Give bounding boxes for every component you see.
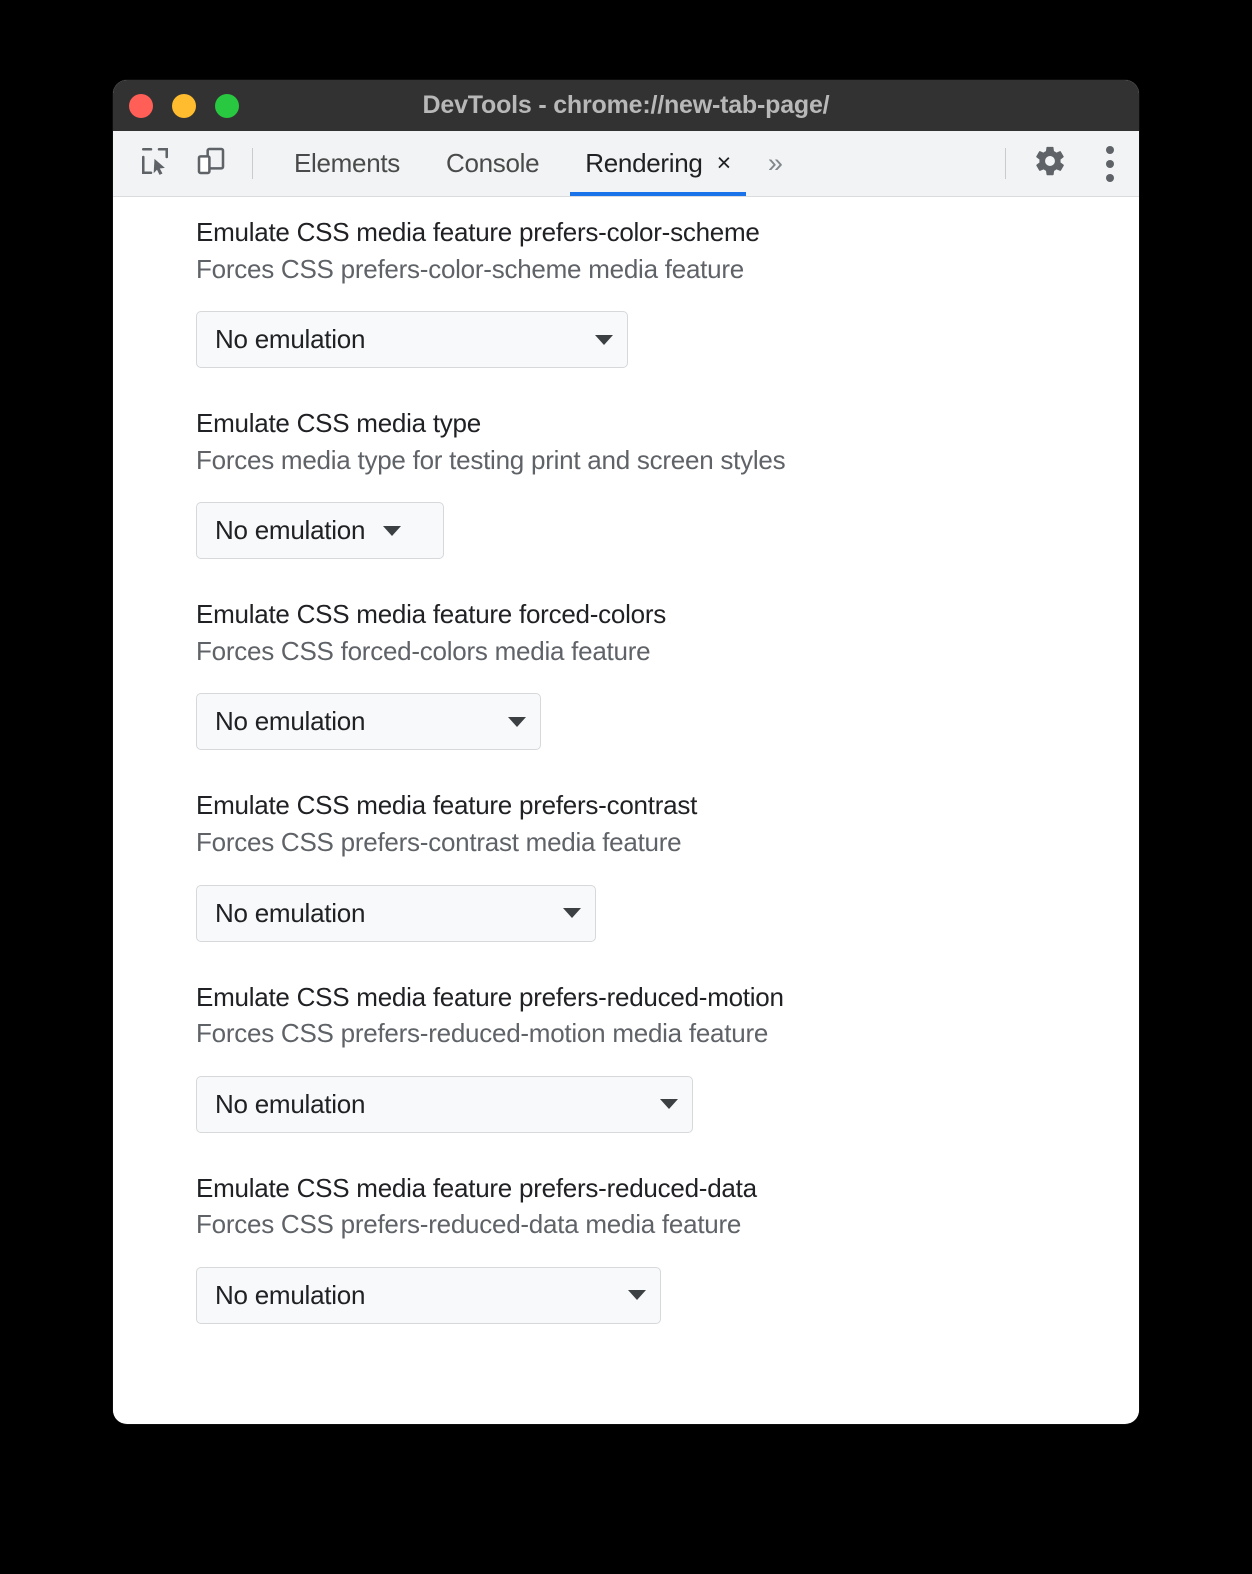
minimize-window-button[interactable] — [172, 93, 196, 118]
tab-elements-label: Elements — [294, 148, 400, 178]
select-value: No emulation — [215, 897, 366, 928]
close-icon[interactable]: × — [717, 151, 732, 176]
toolbar-divider-right — [1005, 148, 1006, 179]
more-tabs-icon[interactable]: » — [754, 131, 797, 196]
select-value: No emulation — [215, 515, 366, 546]
setting-title: Emulate CSS media feature prefers-contra… — [196, 790, 698, 821]
panel-tabs: Elements Console Rendering × — [271, 131, 754, 196]
setting-title: Emulate CSS media feature prefers-color-… — [196, 217, 760, 247]
tab-elements[interactable]: Elements — [271, 131, 423, 196]
chevron-down-icon — [595, 334, 613, 345]
setting-prefers-contrast: Emulate CSS media feature prefers-contra… — [113, 788, 1139, 942]
screen: DevTools - chrome://new-tab-page/ Elemen… — [0, 0, 1252, 1574]
zoom-window-button[interactable] — [215, 93, 239, 118]
setting-title: Emulate CSS media feature forced-colors — [196, 599, 667, 630]
chevron-down-icon — [383, 525, 402, 536]
tab-console-label: Console — [445, 148, 540, 178]
prefers-reduced-motion-select[interactable]: No emulation — [196, 1075, 693, 1133]
inspect-element-icon — [139, 145, 171, 182]
setting-title: Emulate CSS media feature prefers-reduce… — [196, 1172, 757, 1203]
setting-title: Emulate CSS media type — [196, 408, 481, 439]
more-vertical-icon — [1106, 145, 1114, 182]
media-type-select[interactable]: No emulation — [196, 502, 444, 560]
toolbar-divider-left — [252, 148, 253, 179]
gear-icon — [1033, 144, 1067, 183]
tab-rendering-label: Rendering — [585, 148, 703, 178]
more-options-button[interactable] — [1081, 131, 1139, 196]
setting-forced-colors: Emulate CSS media feature forced-colors … — [113, 597, 1139, 751]
chevron-down-icon — [563, 908, 581, 919]
setting-description: Forces CSS prefers-reduced-data media fe… — [196, 1209, 742, 1240]
window-title: DevTools - chrome://new-tab-page/ — [422, 91, 830, 119]
setting-media-type: Emulate CSS media type Forces media type… — [113, 406, 1139, 560]
setting-prefers-color-scheme: Emulate CSS media feature prefers-color-… — [113, 215, 1139, 369]
setting-prefers-reduced-motion: Emulate CSS media feature prefers-reduce… — [113, 980, 1139, 1133]
traffic-light-group — [129, 80, 239, 131]
setting-description: Forces CSS prefers-reduced-motion media … — [196, 1018, 769, 1049]
inspect-element-button[interactable] — [127, 131, 183, 196]
prefers-color-scheme-select[interactable]: No emulation — [196, 311, 628, 369]
close-window-button[interactable] — [129, 93, 153, 118]
setting-description: Forces media type for testing print and … — [196, 444, 786, 475]
device-toolbar-icon — [195, 145, 227, 182]
rendering-panel: Emulate CSS media feature prefers-color-… — [113, 197, 1139, 1423]
prefers-contrast-select[interactable]: No emulation — [196, 884, 596, 942]
select-value: No emulation — [215, 1279, 366, 1310]
setting-prefers-reduced-data: Emulate CSS media feature prefers-reduce… — [113, 1171, 1139, 1324]
select-value: No emulation — [215, 706, 366, 737]
tab-console[interactable]: Console — [423, 131, 562, 196]
settings-button[interactable] — [1019, 131, 1081, 196]
tab-rendering[interactable]: Rendering × — [562, 131, 754, 196]
chevron-down-icon — [508, 716, 526, 727]
toolbar-right-group — [992, 131, 1139, 196]
chevron-down-icon — [628, 1290, 646, 1301]
setting-title: Emulate CSS media feature prefers-reduce… — [196, 981, 784, 1012]
forced-colors-select[interactable]: No emulation — [196, 693, 541, 751]
select-value: No emulation — [215, 324, 366, 355]
chevron-down-icon — [660, 1099, 678, 1110]
prefers-reduced-data-select[interactable]: No emulation — [196, 1266, 661, 1324]
device-toolbar-button[interactable] — [183, 131, 239, 196]
devtools-toolbar: Elements Console Rendering × » — [113, 131, 1139, 197]
window-titlebar: DevTools - chrome://new-tab-page/ — [113, 80, 1139, 131]
setting-description: Forces CSS forced-colors media feature — [196, 635, 651, 666]
select-value: No emulation — [215, 1088, 366, 1119]
setting-description: Forces CSS prefers-color-scheme media fe… — [196, 253, 744, 284]
setting-description: Forces CSS prefers-contrast media featur… — [196, 827, 682, 858]
devtools-window: DevTools - chrome://new-tab-page/ Elemen… — [113, 80, 1139, 1424]
